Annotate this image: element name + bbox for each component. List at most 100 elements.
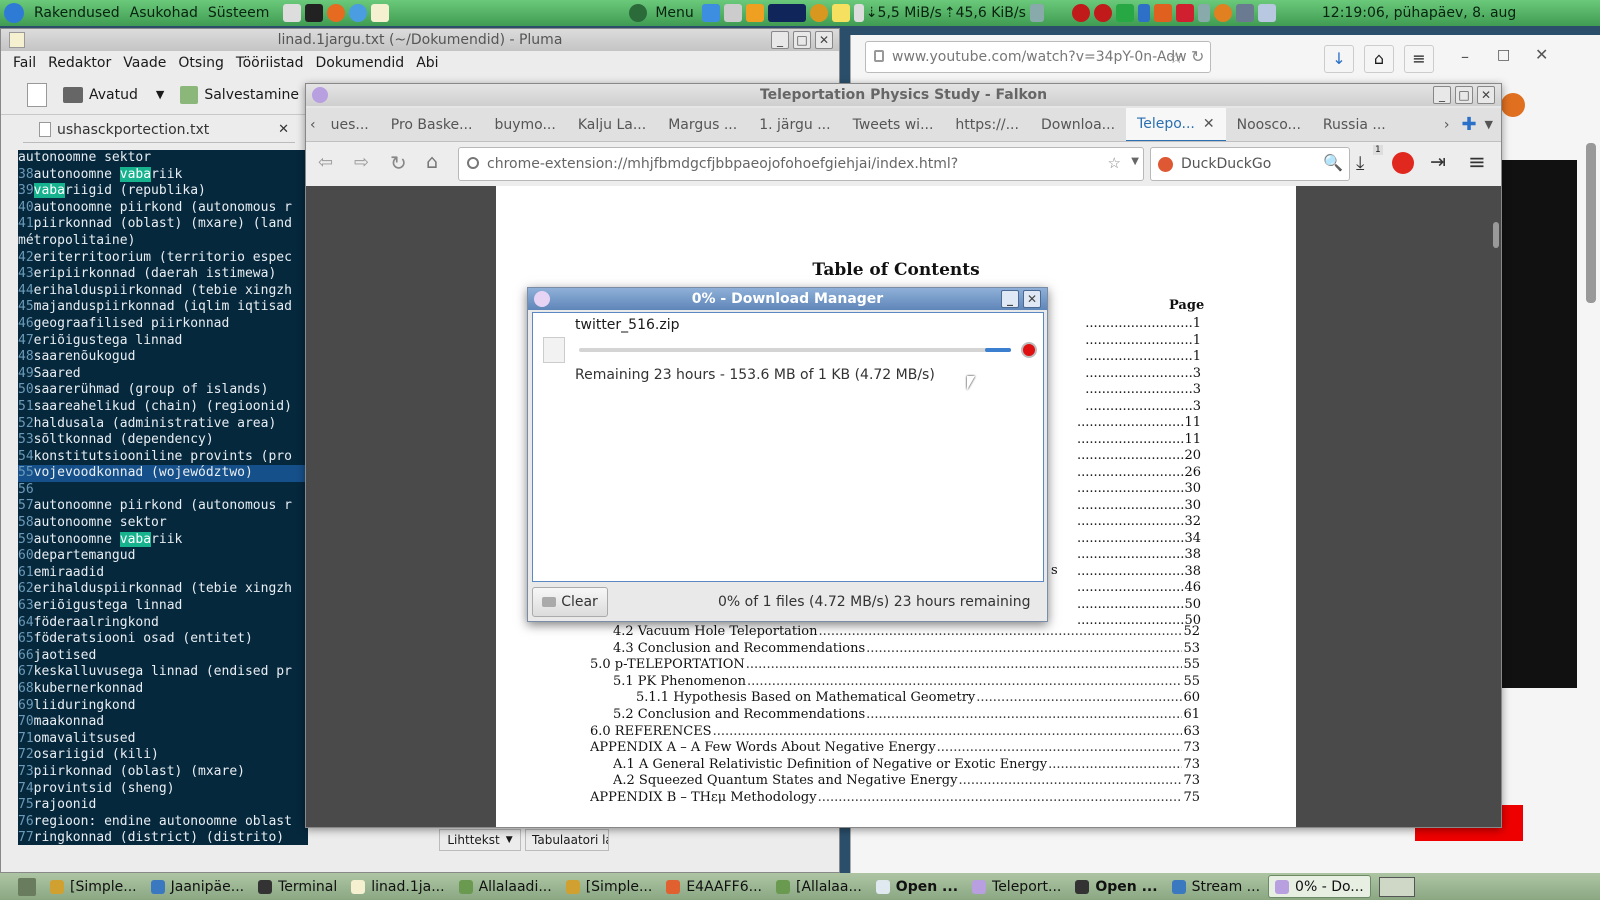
editor-line[interactable]: 71omavalitsused xyxy=(18,731,308,748)
taskbar-item-1[interactable]: Jaanipäe... xyxy=(145,875,250,898)
tab-2[interactable]: buymo... xyxy=(483,108,566,141)
editor-line[interactable]: 64föderaalringkond xyxy=(18,615,308,632)
bluetooth-icon[interactable] xyxy=(1137,4,1150,22)
toc-entry[interactable]: 5.2 Conclusion and Recommendations 61 xyxy=(613,707,1200,722)
taskbar-item-7[interactable]: [Allalaa... xyxy=(770,875,868,898)
taskbar-item-9[interactable]: Teleport... xyxy=(966,875,1067,898)
taskbar-item-5[interactable]: [Simple... xyxy=(560,875,659,898)
monitor-icon[interactable] xyxy=(1235,4,1254,22)
toc-entry[interactable]: 5.0 p-TELEPORTATION 55 xyxy=(590,657,1200,672)
editor-line[interactable]: 45majanduspiirkonnad (iqlim iqtisad xyxy=(18,299,308,316)
editor-line[interactable]: 61emiraadid xyxy=(18,565,308,582)
tab-scroll-right-icon[interactable]: › xyxy=(1438,117,1456,133)
editor-line[interactable]: 63eriõigustega linnad xyxy=(18,598,308,615)
menu-system[interactable]: Süsteem xyxy=(208,5,269,21)
tab-0[interactable]: ues... xyxy=(320,108,380,141)
editor-line[interactable]: 52haldusala (administrative area) xyxy=(18,416,308,433)
tab-7[interactable]: https://... xyxy=(944,108,1030,141)
open-folder-icon[interactable] xyxy=(63,86,83,103)
text-editor-icon[interactable] xyxy=(371,4,390,22)
updates-icon[interactable] xyxy=(1213,4,1232,22)
tab-list-chevron-icon[interactable]: ▼ xyxy=(1483,118,1501,131)
tab-8[interactable]: Downloa... xyxy=(1030,108,1126,141)
tab-close-icon[interactable]: ✕ xyxy=(1203,116,1215,132)
bookmark-star-icon[interactable]: ☆ xyxy=(1169,48,1183,67)
tab-9[interactable]: Telepo... ✕ xyxy=(1126,108,1226,141)
editor-line[interactable]: 51saareahelikud (chain) (regioonid) xyxy=(18,399,308,416)
show-desktop-icon[interactable] xyxy=(18,877,36,896)
pluma-close-button[interactable]: ✕ xyxy=(815,31,833,49)
editor-line[interactable]: 62erihalduspiirkonnad (tebie xingzh xyxy=(18,581,308,598)
taskbar-item-12[interactable]: 0% - Do... xyxy=(1268,875,1371,898)
youtube-scrollbar[interactable] xyxy=(1586,143,1596,303)
volume-icon[interactable] xyxy=(1029,4,1044,22)
taskbar-item-8[interactable]: Open ... xyxy=(870,875,964,898)
toc-entry[interactable]: 6.0 REFERENCES 63 xyxy=(590,724,1200,739)
falkon-url-input[interactable]: chrome-extension://mhjfbmdgcfjbbpaeojofo… xyxy=(458,147,1144,181)
editor-line[interactable]: 76regioon: endine autonoomne oblast xyxy=(18,814,308,831)
editor-line[interactable]: 39vabariigid (republika) xyxy=(18,183,308,200)
search-icon[interactable]: 🔍 xyxy=(1323,153,1343,172)
editor-line[interactable]: 65föderatsiooni osad (entitet) xyxy=(18,631,308,648)
editor-line[interactable]: 41piirkonnad (oblast) (mxare) (land xyxy=(18,216,308,233)
editor-line[interactable]: 42eriterritoorium (territorio espec xyxy=(18,250,308,267)
taskbar-item-10[interactable]: Open ... xyxy=(1069,875,1163,898)
new-document-icon[interactable] xyxy=(27,82,47,107)
toc-entry[interactable]: 5.1.1 Hypothesis Based on Mathematical G… xyxy=(636,690,1200,705)
editor-line[interactable]: 40autonoomne piirkond (autonomous r xyxy=(18,200,308,217)
hamburger-menu-icon[interactable]: ≡ xyxy=(1404,45,1434,73)
editor-line[interactable]: 68kubernerkonnad xyxy=(18,681,308,698)
maximize-icon[interactable]: □ xyxy=(1497,47,1510,63)
toc-entry[interactable]: 4.3 Conclusion and Recommendations 53 xyxy=(613,641,1200,656)
tab-5[interactable]: 1. järgu ... xyxy=(748,108,841,141)
sticky-note-icon[interactable] xyxy=(831,4,850,22)
menu-edit[interactable]: Redaktor xyxy=(48,55,111,71)
video-area[interactable] xyxy=(1501,160,1577,688)
calendar-icon[interactable] xyxy=(1175,4,1194,22)
open-button[interactable]: Avatud xyxy=(89,87,138,103)
editor-line[interactable]: 60departemangud xyxy=(18,548,308,565)
editor-line[interactable]: 74provintsid (sheng) xyxy=(18,781,308,798)
editor-line[interactable]: métropolitaine) xyxy=(18,233,308,250)
home-icon[interactable]: ⌂ xyxy=(1364,45,1394,73)
falkon-minimize-button[interactable]: _ xyxy=(1433,86,1451,104)
toc-entry[interactable]: APPENDIX B – THεμ Methodology 75 xyxy=(590,790,1200,805)
workspace-switcher[interactable] xyxy=(1378,876,1415,897)
toc-entry[interactable]: 5.1 PK Phenomenon 55 xyxy=(613,674,1200,689)
distro-logo-icon[interactable] xyxy=(4,3,24,23)
editor-line[interactable]: 69liiduringkond xyxy=(18,698,308,715)
record-red-icon[interactable] xyxy=(1071,4,1090,22)
pluma-titlebar[interactable]: linad.1jargu.txt (~/Dokumendid) - Pluma … xyxy=(1,29,839,51)
taskbar-item-3[interactable]: linad.1ja... xyxy=(345,875,450,898)
side-tab-close-icon[interactable]: ✕ xyxy=(278,122,289,137)
editor-line[interactable]: 57autonoomne piirkond (autonomous r xyxy=(18,498,308,515)
editor-line[interactable]: 49Saared xyxy=(18,366,308,383)
clear-button[interactable]: Clear xyxy=(532,587,608,617)
main-menu-icon[interactable]: ≡ xyxy=(1468,150,1486,174)
reload-icon[interactable]: ↻ xyxy=(1191,47,1204,66)
status-syntax[interactable]: Lihttekst ▼ xyxy=(439,829,521,851)
downloads-icon[interactable]: ⤓ xyxy=(1356,152,1364,174)
sync-icon[interactable] xyxy=(853,4,864,22)
editor-line[interactable]: 46geograafilised piirkonnad xyxy=(18,316,308,333)
package-icon[interactable] xyxy=(1153,4,1172,22)
download-manager-titlebar[interactable]: 0% - Download Manager _ ✕ xyxy=(528,288,1047,310)
editor-line[interactable]: 58autonoomne sektor xyxy=(18,515,308,532)
falkon-titlebar[interactable]: Teleportation Physics Study - Falkon _ □… xyxy=(306,84,1501,106)
weather-icon[interactable] xyxy=(745,4,764,22)
back-icon[interactable]: ⇦ xyxy=(318,152,333,173)
status-tab-width[interactable]: Tabulaatori la xyxy=(525,829,609,851)
terminal-icon[interactable] xyxy=(305,4,324,22)
page-scrollbar[interactable] xyxy=(1493,222,1499,248)
menu-help[interactable]: Abi xyxy=(416,55,438,71)
tab-10[interactable]: Noosco... xyxy=(1226,108,1312,141)
calculator-icon[interactable] xyxy=(283,4,302,22)
menu-view[interactable]: Vaade xyxy=(123,55,166,71)
taskbar-item-11[interactable]: Stream ... xyxy=(1166,875,1266,898)
forward-icon[interactable]: ⇨ xyxy=(354,152,369,173)
taskbar-item-4[interactable]: Allalaadi... xyxy=(453,875,558,898)
clock-applet-icon[interactable] xyxy=(723,4,742,22)
menu-applications[interactable]: Rakendused xyxy=(34,5,120,21)
minimize-icon[interactable]: – xyxy=(1461,47,1469,66)
dlm-close-button[interactable]: ✕ xyxy=(1023,290,1041,308)
